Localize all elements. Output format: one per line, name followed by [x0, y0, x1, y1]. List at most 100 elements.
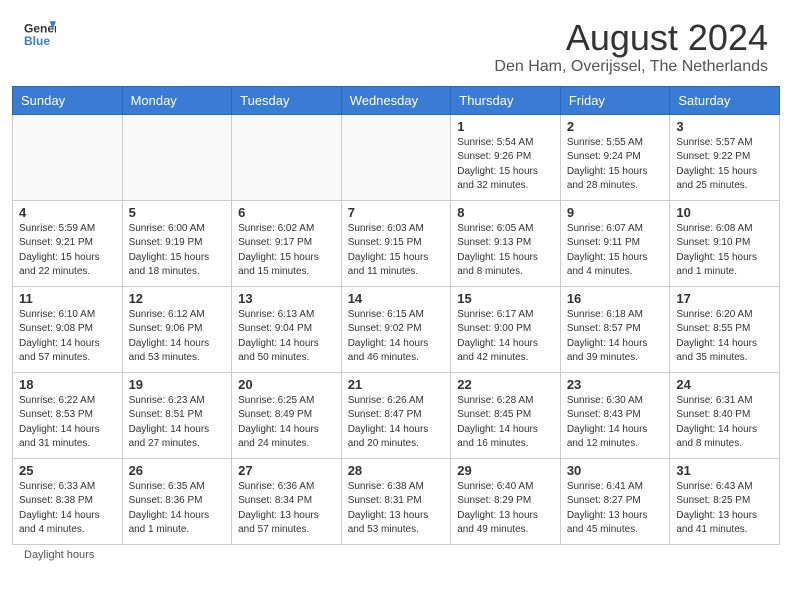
- day-number: 3: [676, 119, 773, 134]
- calendar-cell: 4Sunrise: 5:59 AMSunset: 9:21 PMDaylight…: [13, 200, 123, 286]
- day-info: Sunrise: 6:41 AMSunset: 8:27 PMDaylight:…: [567, 480, 664, 538]
- calendar-cell: [341, 114, 451, 200]
- day-info: Sunrise: 6:40 AMSunset: 8:29 PMDaylight:…: [457, 480, 554, 538]
- day-number: 2: [567, 119, 664, 134]
- calendar-cell: 27Sunrise: 6:36 AMSunset: 8:34 PMDayligh…: [232, 458, 342, 544]
- day-info: Sunrise: 5:54 AMSunset: 9:26 PMDaylight:…: [457, 136, 554, 194]
- day-number: 10: [676, 205, 773, 220]
- day-number: 14: [348, 291, 445, 306]
- day-number: 17: [676, 291, 773, 306]
- calendar-cell: 12 Sunrise: 6:12 AMSunset: 9:06 PMDayligh…: [122, 286, 232, 372]
- day-number: 25: [19, 463, 116, 478]
- day-info: Sunrise: 6:05 AMSunset: 9:13 PMDaylight:…: [457, 222, 554, 280]
- col-wednesday: Wednesday: [341, 86, 451, 114]
- day-info: Sunrise: 5:55 AMSunset: 9:24 PMDaylight:…: [567, 136, 664, 194]
- day-info: Sunrise: 6:03 AMSunset: 9:15 PMDaylight:…: [348, 222, 445, 280]
- logo: General Blue: [24, 18, 56, 50]
- calendar-title: August 2024: [494, 18, 768, 58]
- day-number: 13: [238, 291, 335, 306]
- calendar-week-row: 11Sunrise: 6:10 AMSunset: 9:08 PMDayligh…: [13, 286, 780, 372]
- calendar-week-row: 1Sunrise: 5:54 AMSunset: 9:26 PMDaylight…: [13, 114, 780, 200]
- calendar-cell: 11Sunrise: 6:10 AMSunset: 9:08 PMDayligh…: [13, 286, 123, 372]
- calendar-cell: 22 Sunrise: 6:28 AMSunset: 8:45 PMDayligh…: [451, 372, 561, 458]
- calendar-cell: 14 Sunrise: 6:15 AMSunset: 9:02 PMDayligh…: [341, 286, 451, 372]
- calendar-header-row: Sunday Monday Tuesday Wednesday Thursday…: [13, 86, 780, 114]
- calendar-cell: 26 Sunrise: 6:35 AMSunset: 8:36 PMDayligh…: [122, 458, 232, 544]
- svg-text:Blue: Blue: [24, 34, 50, 48]
- day-info: Sunrise: 5:57 AMSunset: 9:22 PMDaylight:…: [676, 136, 773, 194]
- day-number: 24: [676, 377, 773, 392]
- calendar-cell: 3 Sunrise: 5:57 AMSunset: 9:22 PMDaylight…: [670, 114, 780, 200]
- day-number: 4: [19, 205, 116, 220]
- calendar-cell: 17 Sunrise: 6:20 AMSunset: 8:55 PMDayligh…: [670, 286, 780, 372]
- calendar-week-row: 4Sunrise: 5:59 AMSunset: 9:21 PMDaylight…: [13, 200, 780, 286]
- day-info: Sunrise: 6:08 AMSunset: 9:10 PMDaylight:…: [676, 222, 773, 280]
- day-info: Sunrise: 6:18 AMSunset: 8:57 PMDaylight:…: [567, 308, 664, 366]
- calendar-cell: 15Sunrise: 6:17 AMSunset: 9:00 PMDayligh…: [451, 286, 561, 372]
- calendar-cell: 6 Sunrise: 6:02 AMSunset: 9:17 PMDaylight…: [232, 200, 342, 286]
- day-info: Sunrise: 6:43 AMSunset: 8:25 PMDaylight:…: [676, 480, 773, 538]
- day-number: 23: [567, 377, 664, 392]
- day-number: 9: [567, 205, 664, 220]
- day-number: 7: [348, 205, 445, 220]
- calendar-cell: 21Sunrise: 6:26 AMSunset: 8:47 PMDayligh…: [341, 372, 451, 458]
- day-info: Sunrise: 6:30 AMSunset: 8:43 PMDaylight:…: [567, 394, 664, 452]
- calendar-cell: 24 Sunrise: 6:31 AMSunset: 8:40 PMDayligh…: [670, 372, 780, 458]
- title-block: August 2024 Den Ham, Overijssel, The Net…: [494, 18, 768, 76]
- calendar-week-row: 18Sunrise: 6:22 AMSunset: 8:53 PMDayligh…: [13, 372, 780, 458]
- calendar-cell: 19 Sunrise: 6:23 AMSunset: 8:51 PMDayligh…: [122, 372, 232, 458]
- day-info: Sunrise: 6:23 AMSunset: 8:51 PMDaylight:…: [129, 394, 226, 452]
- calendar-cell: 13 Sunrise: 6:13 AMSunset: 9:04 PMDayligh…: [232, 286, 342, 372]
- day-number: 19: [129, 377, 226, 392]
- day-number: 5: [129, 205, 226, 220]
- day-info: Sunrise: 6:20 AMSunset: 8:55 PMDaylight:…: [676, 308, 773, 366]
- calendar-cell: 18Sunrise: 6:22 AMSunset: 8:53 PMDayligh…: [13, 372, 123, 458]
- day-number: 22: [457, 377, 554, 392]
- day-number: 27: [238, 463, 335, 478]
- calendar-cell: 28 Sunrise: 6:38 AMSunset: 8:31 PMDayligh…: [341, 458, 451, 544]
- calendar-cell: 31 Sunrise: 6:43 AMSunset: 8:25 PMDayligh…: [670, 458, 780, 544]
- day-info: Sunrise: 6:31 AMSunset: 8:40 PMDaylight:…: [676, 394, 773, 452]
- day-number: 15: [457, 291, 554, 306]
- day-info: Sunrise: 6:33 AMSunset: 8:38 PMDaylight:…: [19, 480, 116, 538]
- col-sunday: Sunday: [13, 86, 123, 114]
- calendar-cell: [122, 114, 232, 200]
- day-info: Sunrise: 6:25 AMSunset: 8:49 PMDaylight:…: [238, 394, 335, 452]
- day-info: Sunrise: 6:00 AMSunset: 9:19 PMDaylight:…: [129, 222, 226, 280]
- calendar-cell: 7 Sunrise: 6:03 AMSunset: 9:15 PMDaylight…: [341, 200, 451, 286]
- day-number: 28: [348, 463, 445, 478]
- day-number: 12: [129, 291, 226, 306]
- day-number: 16: [567, 291, 664, 306]
- calendar-cell: 10 Sunrise: 6:08 AMSunset: 9:10 PMDayligh…: [670, 200, 780, 286]
- day-info: Sunrise: 6:02 AMSunset: 9:17 PMDaylight:…: [238, 222, 335, 280]
- logo-icon: General Blue: [24, 18, 56, 50]
- day-number: 11: [19, 291, 116, 306]
- calendar-cell: 16 Sunrise: 6:18 AMSunset: 8:57 PMDayligh…: [560, 286, 670, 372]
- calendar-body: 1Sunrise: 5:54 AMSunset: 9:26 PMDaylight…: [13, 114, 780, 544]
- calendar-cell: 29Sunrise: 6:40 AMSunset: 8:29 PMDayligh…: [451, 458, 561, 544]
- calendar-cell: 20 Sunrise: 6:25 AMSunset: 8:49 PMDayligh…: [232, 372, 342, 458]
- calendar-cell: 5 Sunrise: 6:00 AMSunset: 9:19 PMDaylight…: [122, 200, 232, 286]
- day-info: Sunrise: 6:22 AMSunset: 8:53 PMDaylight:…: [19, 394, 116, 452]
- page-header: General Blue August 2024 Den Ham, Overij…: [0, 0, 792, 86]
- day-number: 26: [129, 463, 226, 478]
- calendar-subtitle: Den Ham, Overijssel, The Netherlands: [494, 58, 768, 76]
- day-number: 20: [238, 377, 335, 392]
- calendar-cell: [13, 114, 123, 200]
- col-thursday: Thursday: [451, 86, 561, 114]
- day-info: Sunrise: 6:12 AMSunset: 9:06 PMDaylight:…: [129, 308, 226, 366]
- day-number: 6: [238, 205, 335, 220]
- day-info: Sunrise: 6:35 AMSunset: 8:36 PMDaylight:…: [129, 480, 226, 538]
- calendar-cell: 8 Sunrise: 6:05 AMSunset: 9:13 PMDaylight…: [451, 200, 561, 286]
- day-info: Sunrise: 6:26 AMSunset: 8:47 PMDaylight:…: [348, 394, 445, 452]
- day-info: Sunrise: 6:07 AMSunset: 9:11 PMDaylight:…: [567, 222, 664, 280]
- daylight-note: Daylight hours: [12, 545, 780, 565]
- day-info: Sunrise: 6:28 AMSunset: 8:45 PMDaylight:…: [457, 394, 554, 452]
- day-info: Sunrise: 6:13 AMSunset: 9:04 PMDaylight:…: [238, 308, 335, 366]
- day-number: 31: [676, 463, 773, 478]
- day-info: Sunrise: 6:38 AMSunset: 8:31 PMDaylight:…: [348, 480, 445, 538]
- calendar-week-row: 25 Sunrise: 6:33 AMSunset: 8:38 PMDayligh…: [13, 458, 780, 544]
- calendar-container: Sunday Monday Tuesday Wednesday Thursday…: [0, 86, 792, 577]
- day-info: Sunrise: 6:15 AMSunset: 9:02 PMDaylight:…: [348, 308, 445, 366]
- day-number: 8: [457, 205, 554, 220]
